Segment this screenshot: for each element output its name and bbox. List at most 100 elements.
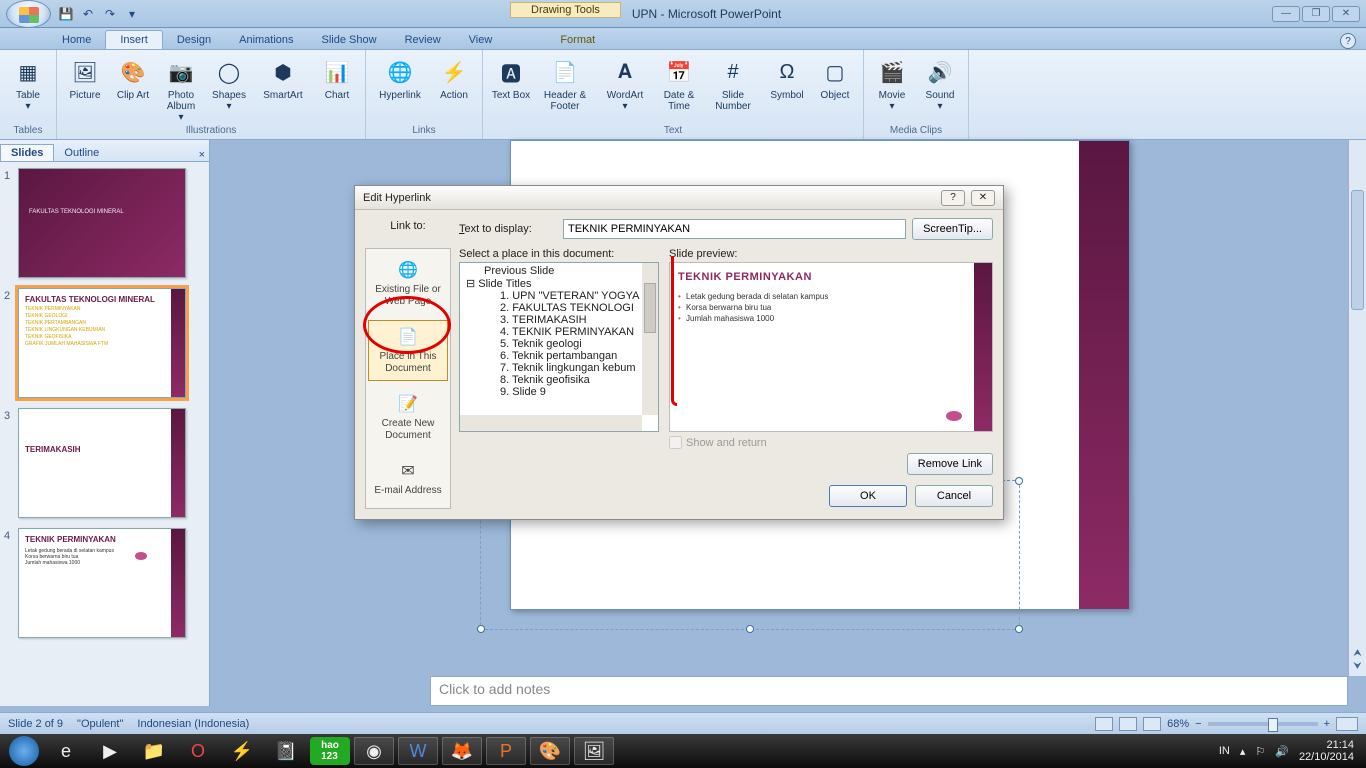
tray-more-icon[interactable]: ▴: [1240, 745, 1246, 758]
cmd-textbox[interactable]: 🅰Text Box: [489, 54, 533, 112]
task-powerpoint-icon[interactable]: P: [486, 737, 526, 765]
tab-view[interactable]: View: [455, 31, 507, 49]
scrollbar-thumb[interactable]: [1351, 190, 1364, 310]
tree-item[interactable]: 1. UPN "VETERAN" YOGYA: [466, 290, 642, 302]
view-slideshow-icon[interactable]: [1143, 717, 1161, 731]
task-media-icon[interactable]: ▶: [90, 737, 130, 765]
help-icon[interactable]: ?: [1340, 33, 1356, 49]
cmd-movie[interactable]: 🎬Movie▾: [870, 54, 914, 112]
cmd-object[interactable]: ▢Object: [813, 54, 857, 112]
cmd-shapes[interactable]: ◯Shapes▾: [207, 54, 251, 123]
tab-design[interactable]: Design: [163, 31, 225, 49]
task-winamp-icon[interactable]: ⚡: [222, 737, 262, 765]
redo-icon[interactable]: ↷: [101, 5, 119, 23]
tab-format[interactable]: Format: [546, 31, 609, 49]
office-button[interactable]: [6, 0, 51, 28]
task-hao-icon[interactable]: hao123: [310, 737, 350, 765]
resize-handle[interactable]: [1015, 477, 1023, 485]
task-explorer-icon[interactable]: 📁: [134, 737, 174, 765]
zoom-out-icon[interactable]: −: [1195, 718, 1201, 730]
dialog-help-icon[interactable]: ?: [941, 190, 965, 206]
restore-button[interactable]: ❐: [1302, 6, 1330, 22]
panel-tab-outline[interactable]: Outline: [54, 145, 109, 161]
resize-handle[interactable]: [477, 625, 485, 633]
linkto-newdoc[interactable]: 📝Create New Document: [368, 387, 448, 448]
view-sorter-icon[interactable]: [1119, 717, 1137, 731]
tab-insert[interactable]: Insert: [105, 30, 163, 49]
fit-window-icon[interactable]: [1336, 717, 1358, 731]
zoom-in-icon[interactable]: +: [1324, 718, 1330, 730]
view-normal-icon[interactable]: [1095, 717, 1113, 731]
thumbnails[interactable]: 1 FAKULTAS TEKNOLOGI MINERAL 2 FAKULTAS …: [0, 162, 209, 706]
tree-item[interactable]: 6. Teknik pertambangan: [466, 350, 642, 362]
tab-animations[interactable]: Animations: [225, 31, 307, 49]
cmd-smartart[interactable]: ⬢SmartArt: [255, 54, 311, 123]
tree-item[interactable]: 8. Teknik geofisika: [466, 374, 642, 386]
thumb-3[interactable]: 3 TERIMAKASIH: [4, 408, 205, 518]
cmd-datetime[interactable]: 📅Date & Time: [657, 54, 701, 112]
tab-home[interactable]: Home: [48, 31, 105, 49]
cmd-sound[interactable]: 🔊Sound▾: [918, 54, 962, 112]
zoom-percent[interactable]: 68%: [1167, 718, 1189, 730]
linkto-place[interactable]: 📄Place in This Document: [368, 320, 448, 381]
cmd-slidenumber[interactable]: #Slide Number: [705, 54, 761, 112]
vertical-scrollbar[interactable]: ⮝⮟: [1348, 140, 1366, 676]
cmd-chart[interactable]: 📊Chart: [315, 54, 359, 123]
prev-slide-icon[interactable]: ⮝: [1351, 648, 1364, 659]
cmd-photoalbum[interactable]: 📷Photo Album▾: [159, 54, 203, 123]
tab-slideshow[interactable]: Slide Show: [308, 31, 391, 49]
save-icon[interactable]: 💾: [57, 5, 75, 23]
panel-tab-slides[interactable]: Slides: [0, 144, 54, 161]
minimize-button[interactable]: —: [1272, 6, 1300, 22]
thumb-2[interactable]: 2 FAKULTAS TEKNOLOGI MINERAL TEKNIK PERM…: [4, 288, 205, 398]
panel-close-icon[interactable]: ×: [199, 149, 205, 161]
close-button[interactable]: ✕: [1332, 6, 1360, 22]
task-opera-icon[interactable]: O: [178, 737, 218, 765]
place-tree[interactable]: Previous Slide ⊟ Slide Titles 1. UPN "VE…: [459, 262, 659, 432]
status-language[interactable]: Indonesian (Indonesia): [137, 718, 249, 730]
cancel-button[interactable]: Cancel: [915, 485, 993, 507]
ime-indicator[interactable]: IN: [1219, 745, 1230, 757]
thumb-1[interactable]: 1 FAKULTAS TEKNOLOGI MINERAL: [4, 168, 205, 278]
thumb-4[interactable]: 4 TEKNIK PERMINYAKAN Letak gedung berada…: [4, 528, 205, 638]
linkto-email[interactable]: ✉E-mail Address: [368, 454, 448, 504]
cmd-headerfooter[interactable]: 📄Header & Footer: [537, 54, 593, 112]
tree-item[interactable]: Previous Slide: [466, 265, 642, 277]
volume-icon[interactable]: 🔊: [1275, 745, 1289, 758]
screentip-button[interactable]: ScreenTip...: [912, 218, 993, 240]
tree-scrollbar-h[interactable]: [460, 415, 642, 431]
tree-item[interactable]: 5. Teknik geologi: [466, 338, 642, 350]
tree-item[interactable]: 4. TEKNIK PERMINYAKAN: [466, 326, 642, 338]
clock[interactable]: 21:14 22/10/2014: [1299, 739, 1354, 763]
task-gimp-icon[interactable]: 🦊: [442, 737, 482, 765]
cmd-wordart[interactable]: 𝐀WordArt▾: [597, 54, 653, 112]
next-slide-icon[interactable]: ⮟: [1351, 661, 1364, 672]
ok-button[interactable]: OK: [829, 485, 907, 507]
qat-more-icon[interactable]: ▾: [123, 5, 141, 23]
dialog-titlebar[interactable]: Edit Hyperlink ? ✕: [355, 186, 1003, 210]
linkto-existing[interactable]: 🌐Existing File or Web Page: [368, 253, 448, 314]
tab-review[interactable]: Review: [391, 31, 455, 49]
flag-icon[interactable]: ⚐: [1255, 745, 1265, 758]
cmd-clipart[interactable]: 🎨Clip Art: [111, 54, 155, 123]
cmd-picture[interactable]: 🖼Picture: [63, 54, 107, 123]
cmd-hyperlink[interactable]: 🌐Hyperlink: [372, 54, 428, 101]
cmd-action[interactable]: ⚡Action: [432, 54, 476, 101]
task-chrome-icon[interactable]: ◉: [354, 737, 394, 765]
tree-item[interactable]: 2. FAKULTAS TEKNOLOGI: [466, 302, 642, 314]
tree-item[interactable]: 9. Slide 9: [466, 386, 642, 398]
zoom-slider[interactable]: [1208, 722, 1318, 726]
tree-item[interactable]: 3. TERIMAKASIH: [466, 314, 642, 326]
text-to-display-input[interactable]: [563, 219, 906, 239]
undo-icon[interactable]: ↶: [79, 5, 97, 23]
notes-pane[interactable]: Click to add notes: [430, 676, 1348, 706]
task-viewer-icon[interactable]: 🖼: [574, 737, 614, 765]
tree-item[interactable]: 7. Teknik lingkungan kebum: [466, 362, 642, 374]
cmd-symbol[interactable]: ΩSymbol: [765, 54, 809, 112]
cmd-table[interactable]: ▦Table▾: [6, 54, 50, 112]
remove-link-button[interactable]: Remove Link: [907, 453, 993, 475]
task-ie-icon[interactable]: e: [46, 737, 86, 765]
task-word-icon[interactable]: W: [398, 737, 438, 765]
start-button[interactable]: [4, 734, 44, 768]
tree-scrollbar[interactable]: [642, 263, 658, 415]
